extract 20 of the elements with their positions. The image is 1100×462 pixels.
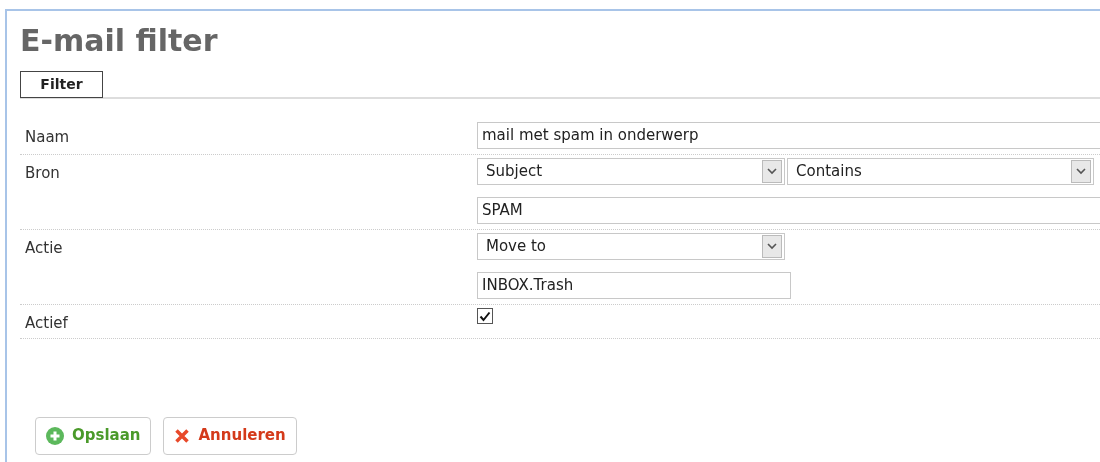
field-label: Actief [25, 313, 69, 334]
chevron-icon [762, 160, 782, 183]
field-label: Actie [25, 238, 64, 259]
checkbox[interactable] [477, 308, 493, 324]
text-field[interactable]: INBOX.Trash [477, 272, 791, 299]
chevron-icon [1071, 160, 1091, 183]
dropdown[interactable]: Subject [477, 158, 785, 185]
dropdown[interactable]: Move to [477, 233, 785, 260]
page-title: E-mail filter [20, 23, 219, 59]
field-label: Naam [25, 127, 71, 148]
chevron-icon [762, 235, 782, 258]
text-field[interactable]: SPAM [477, 197, 1100, 224]
tab[interactable]: Filter [20, 71, 103, 98]
text-field[interactable]: mail met spam in onderwerp [477, 122, 1100, 149]
save-button[interactable]: Opslaan [35, 416, 152, 455]
cancel-button[interactable]: Annuleren [163, 416, 297, 455]
dropdown[interactable]: Contains [787, 158, 1094, 185]
field-label: Bron [25, 163, 61, 184]
close-icon [174, 427, 191, 444]
plus-icon [46, 426, 64, 445]
